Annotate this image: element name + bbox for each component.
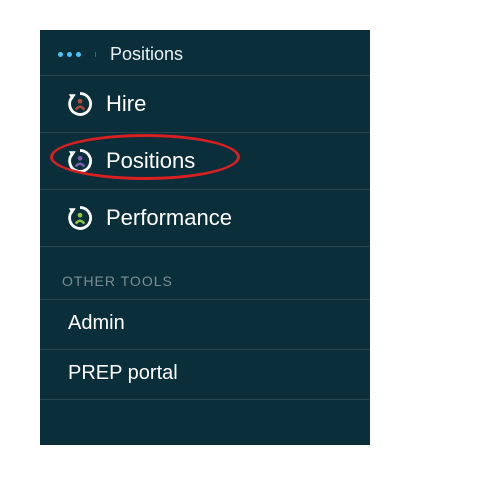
breadcrumb: Positions <box>110 44 183 65</box>
tool-label: PREP portal <box>68 362 178 384</box>
tool-item-admin[interactable]: Admin <box>40 299 370 350</box>
section-header-other-tools: OTHER TOOLS <box>40 247 370 299</box>
sidebar: Positions Hire Positions <box>40 30 370 445</box>
cycle-person-icon <box>66 204 94 232</box>
tool-label: Admin <box>68 312 125 334</box>
nav-label: Performance <box>106 205 232 231</box>
nav-item-positions[interactable]: Positions <box>40 133 370 190</box>
icon-dot <box>78 99 83 104</box>
cycle-person-icon <box>66 147 94 175</box>
more-icon[interactable] <box>58 52 96 57</box>
nav-label: Hire <box>106 91 146 117</box>
tool-item-prep-portal[interactable]: PREP portal <box>40 350 370 400</box>
nav-label: Positions <box>106 148 195 174</box>
cycle-person-icon <box>66 90 94 118</box>
nav-item-performance[interactable]: Performance <box>40 190 370 247</box>
nav-item-hire[interactable]: Hire <box>40 76 370 133</box>
sidebar-header: Positions <box>40 30 370 76</box>
